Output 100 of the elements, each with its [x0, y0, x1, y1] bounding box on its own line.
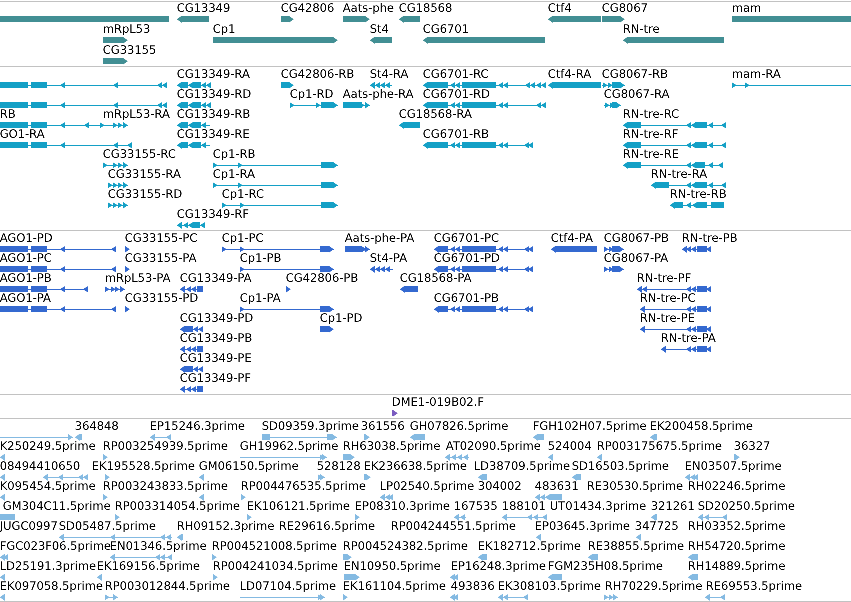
transcript-model[interactable] — [177, 122, 210, 129]
est-alignment[interactable] — [199, 474, 204, 481]
est-alignment[interactable] — [110, 554, 172, 561]
est-alignment[interactable] — [343, 454, 355, 461]
est-alignment[interactable] — [410, 434, 425, 441]
gene-bar[interactable] — [0, 16, 169, 23]
transcript-model[interactable] — [651, 182, 726, 189]
protein-model[interactable] — [370, 266, 393, 273]
gene-bar[interactable] — [548, 16, 601, 23]
protein-model[interactable] — [180, 366, 203, 373]
protein-model[interactable] — [180, 386, 203, 393]
est-alignment[interactable] — [59, 534, 172, 541]
transcript-model[interactable] — [370, 82, 392, 89]
est-alignment[interactable] — [75, 434, 82, 441]
est-alignment[interactable] — [548, 454, 553, 461]
est-alignment[interactable] — [103, 494, 108, 501]
est-alignment[interactable] — [199, 494, 204, 501]
protein-model[interactable] — [682, 246, 711, 253]
protein-model[interactable] — [286, 286, 291, 293]
protein-model[interactable] — [125, 306, 130, 313]
protein-model[interactable] — [180, 326, 203, 333]
est-alignment[interactable] — [344, 574, 360, 581]
transcript-model[interactable] — [177, 102, 211, 109]
protein-model[interactable] — [434, 266, 533, 273]
est-alignment[interactable] — [478, 554, 487, 561]
protein-model[interactable] — [105, 286, 125, 293]
est-alignment[interactable] — [0, 574, 5, 581]
est-alignment[interactable] — [0, 554, 8, 561]
est-alignment[interactable] — [536, 534, 541, 541]
protein-model[interactable] — [604, 266, 624, 273]
protein-model[interactable] — [604, 246, 624, 253]
clone-end-marker[interactable] — [392, 410, 398, 417]
est-alignment[interactable] — [380, 494, 393, 501]
transcript-model[interactable] — [177, 222, 205, 229]
est-alignment[interactable] — [572, 474, 581, 481]
est-alignment[interactable] — [533, 434, 544, 441]
est-alignment[interactable] — [105, 594, 118, 601]
transcript-model[interactable] — [103, 162, 128, 169]
transcript-model[interactable] — [213, 162, 338, 169]
gene-bar[interactable] — [602, 16, 625, 23]
protein-model[interactable] — [661, 346, 711, 353]
transcript-model[interactable] — [548, 82, 601, 89]
est-alignment[interactable] — [177, 534, 183, 541]
transcript-model[interactable] — [623, 162, 723, 169]
protein-model[interactable] — [345, 246, 370, 253]
transcript-model[interactable] — [108, 202, 128, 209]
est-alignment[interactable] — [0, 454, 5, 461]
est-alignment[interactable] — [97, 574, 102, 581]
protein-model[interactable] — [125, 266, 130, 273]
protein-model[interactable] — [640, 306, 711, 313]
protein-model[interactable] — [400, 286, 418, 293]
protein-model[interactable] — [637, 286, 711, 293]
transcript-model[interactable] — [423, 82, 546, 89]
est-alignment[interactable] — [343, 594, 348, 601]
est-alignment[interactable] — [478, 474, 487, 481]
est-alignment[interactable] — [597, 454, 602, 461]
est-alignment[interactable] — [445, 454, 469, 461]
est-alignment[interactable] — [450, 574, 458, 581]
protein-model[interactable] — [125, 246, 130, 253]
gene-bar[interactable] — [343, 16, 370, 23]
protein-model[interactable] — [180, 286, 203, 293]
est-alignment[interactable] — [698, 514, 727, 521]
est-alignment[interactable] — [454, 514, 466, 521]
transcript-model[interactable] — [177, 82, 211, 89]
protein-model[interactable] — [640, 326, 711, 333]
est-alignment[interactable] — [636, 534, 641, 541]
transcript-model[interactable] — [623, 142, 726, 149]
transcript-model[interactable] — [423, 142, 533, 149]
transcript-model[interactable] — [177, 142, 210, 149]
protein-model[interactable] — [434, 246, 533, 253]
transcript-model[interactable] — [108, 182, 128, 189]
gene-bar[interactable] — [103, 37, 128, 44]
est-alignment[interactable] — [43, 474, 88, 481]
transcript-model[interactable] — [623, 122, 726, 129]
est-alignment[interactable] — [688, 574, 698, 581]
est-alignment[interactable] — [115, 514, 120, 521]
est-alignment[interactable] — [212, 554, 217, 561]
protein-model[interactable] — [0, 286, 88, 293]
est-alignment[interactable] — [651, 514, 657, 521]
est-alignment[interactable] — [0, 494, 5, 501]
gene-bar[interactable] — [281, 16, 294, 23]
gene-bar[interactable] — [732, 16, 851, 23]
gene-bar[interactable] — [177, 16, 209, 23]
transcript-model[interactable] — [602, 82, 625, 89]
gene-bar[interactable] — [399, 16, 420, 23]
est-alignment[interactable] — [0, 434, 73, 441]
est-alignment[interactable] — [343, 554, 352, 561]
est-alignment[interactable] — [247, 514, 252, 521]
protein-model[interactable] — [180, 346, 203, 353]
protein-model[interactable] — [0, 246, 116, 253]
transcript-model[interactable] — [213, 182, 338, 189]
est-alignment[interactable] — [0, 514, 15, 521]
protein-model[interactable] — [240, 306, 334, 313]
est-alignment[interactable] — [364, 434, 370, 441]
est-alignment[interactable] — [0, 594, 5, 601]
est-alignment[interactable] — [705, 594, 725, 601]
protein-model[interactable] — [0, 266, 116, 273]
gene-bar[interactable] — [213, 37, 338, 44]
gene-bar[interactable] — [423, 37, 545, 44]
protein-model[interactable] — [320, 326, 334, 333]
